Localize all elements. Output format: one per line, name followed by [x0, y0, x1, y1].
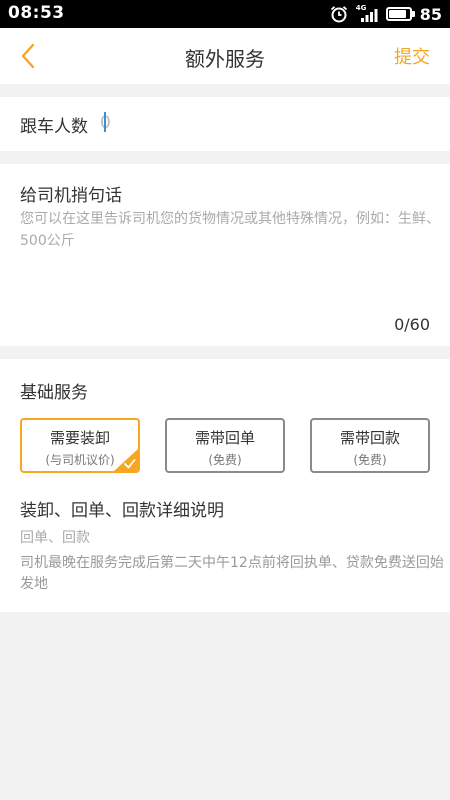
text-cursor: [104, 112, 106, 132]
service-detail-title: 装卸、回单、回款详细说明: [20, 501, 224, 521]
service-detail-description: 司机最晚在服务完成后第二天中午12点前将回执单、贷款免费送回始发地: [20, 555, 444, 592]
service-detail-subtitle: 回单、回款: [20, 530, 90, 546]
driver-message-textarea[interactable]: [20, 208, 440, 318]
submit-button[interactable]: 提交: [394, 43, 430, 69]
battery-icon: [385, 7, 415, 21]
loading-unloading-option[interactable]: 需要装卸 (与司机议价): [20, 418, 140, 473]
option-sub-label: (免费): [353, 453, 387, 467]
option-label: 需要装卸: [49, 429, 110, 447]
option-sub-label: (免费): [208, 453, 242, 467]
status-time: 08:53: [8, 3, 65, 23]
alarm-icon: [330, 6, 347, 23]
battery-fill: [388, 10, 406, 18]
services-title: 基础服务: [20, 383, 88, 403]
battery-percent: 85: [419, 4, 442, 24]
payment-return-option[interactable]: 需带回款 (免费): [310, 418, 430, 473]
nav-bar: 额外服务 提交: [0, 28, 450, 84]
riders-row: 跟车人数: [0, 97, 450, 151]
page-title: 额外服务: [185, 47, 265, 71]
option-label: 需带回单: [194, 429, 255, 447]
driver-message-label: 给司机捎句话: [20, 186, 122, 206]
receipt-return-option[interactable]: 需带回单 (免费): [165, 418, 285, 473]
checkmark-icon: [114, 449, 138, 471]
driver-message-section: 给司机捎句话 0/60: [0, 164, 450, 346]
option-label: 需带回款: [339, 429, 400, 447]
basic-services-section: 基础服务 需要装卸 (与司机议价) 需带回单 (免费) 需带回款 (免费) 装卸…: [0, 359, 450, 612]
riders-count-input[interactable]: [100, 110, 400, 136]
signal-icon: 4G: [356, 4, 378, 23]
status-bar: 08:53 4G 85: [0, 0, 450, 28]
riders-label: 跟车人数: [20, 117, 88, 137]
char-counter: 0/60: [394, 315, 430, 334]
status-icons: 4G 85: [330, 3, 442, 25]
